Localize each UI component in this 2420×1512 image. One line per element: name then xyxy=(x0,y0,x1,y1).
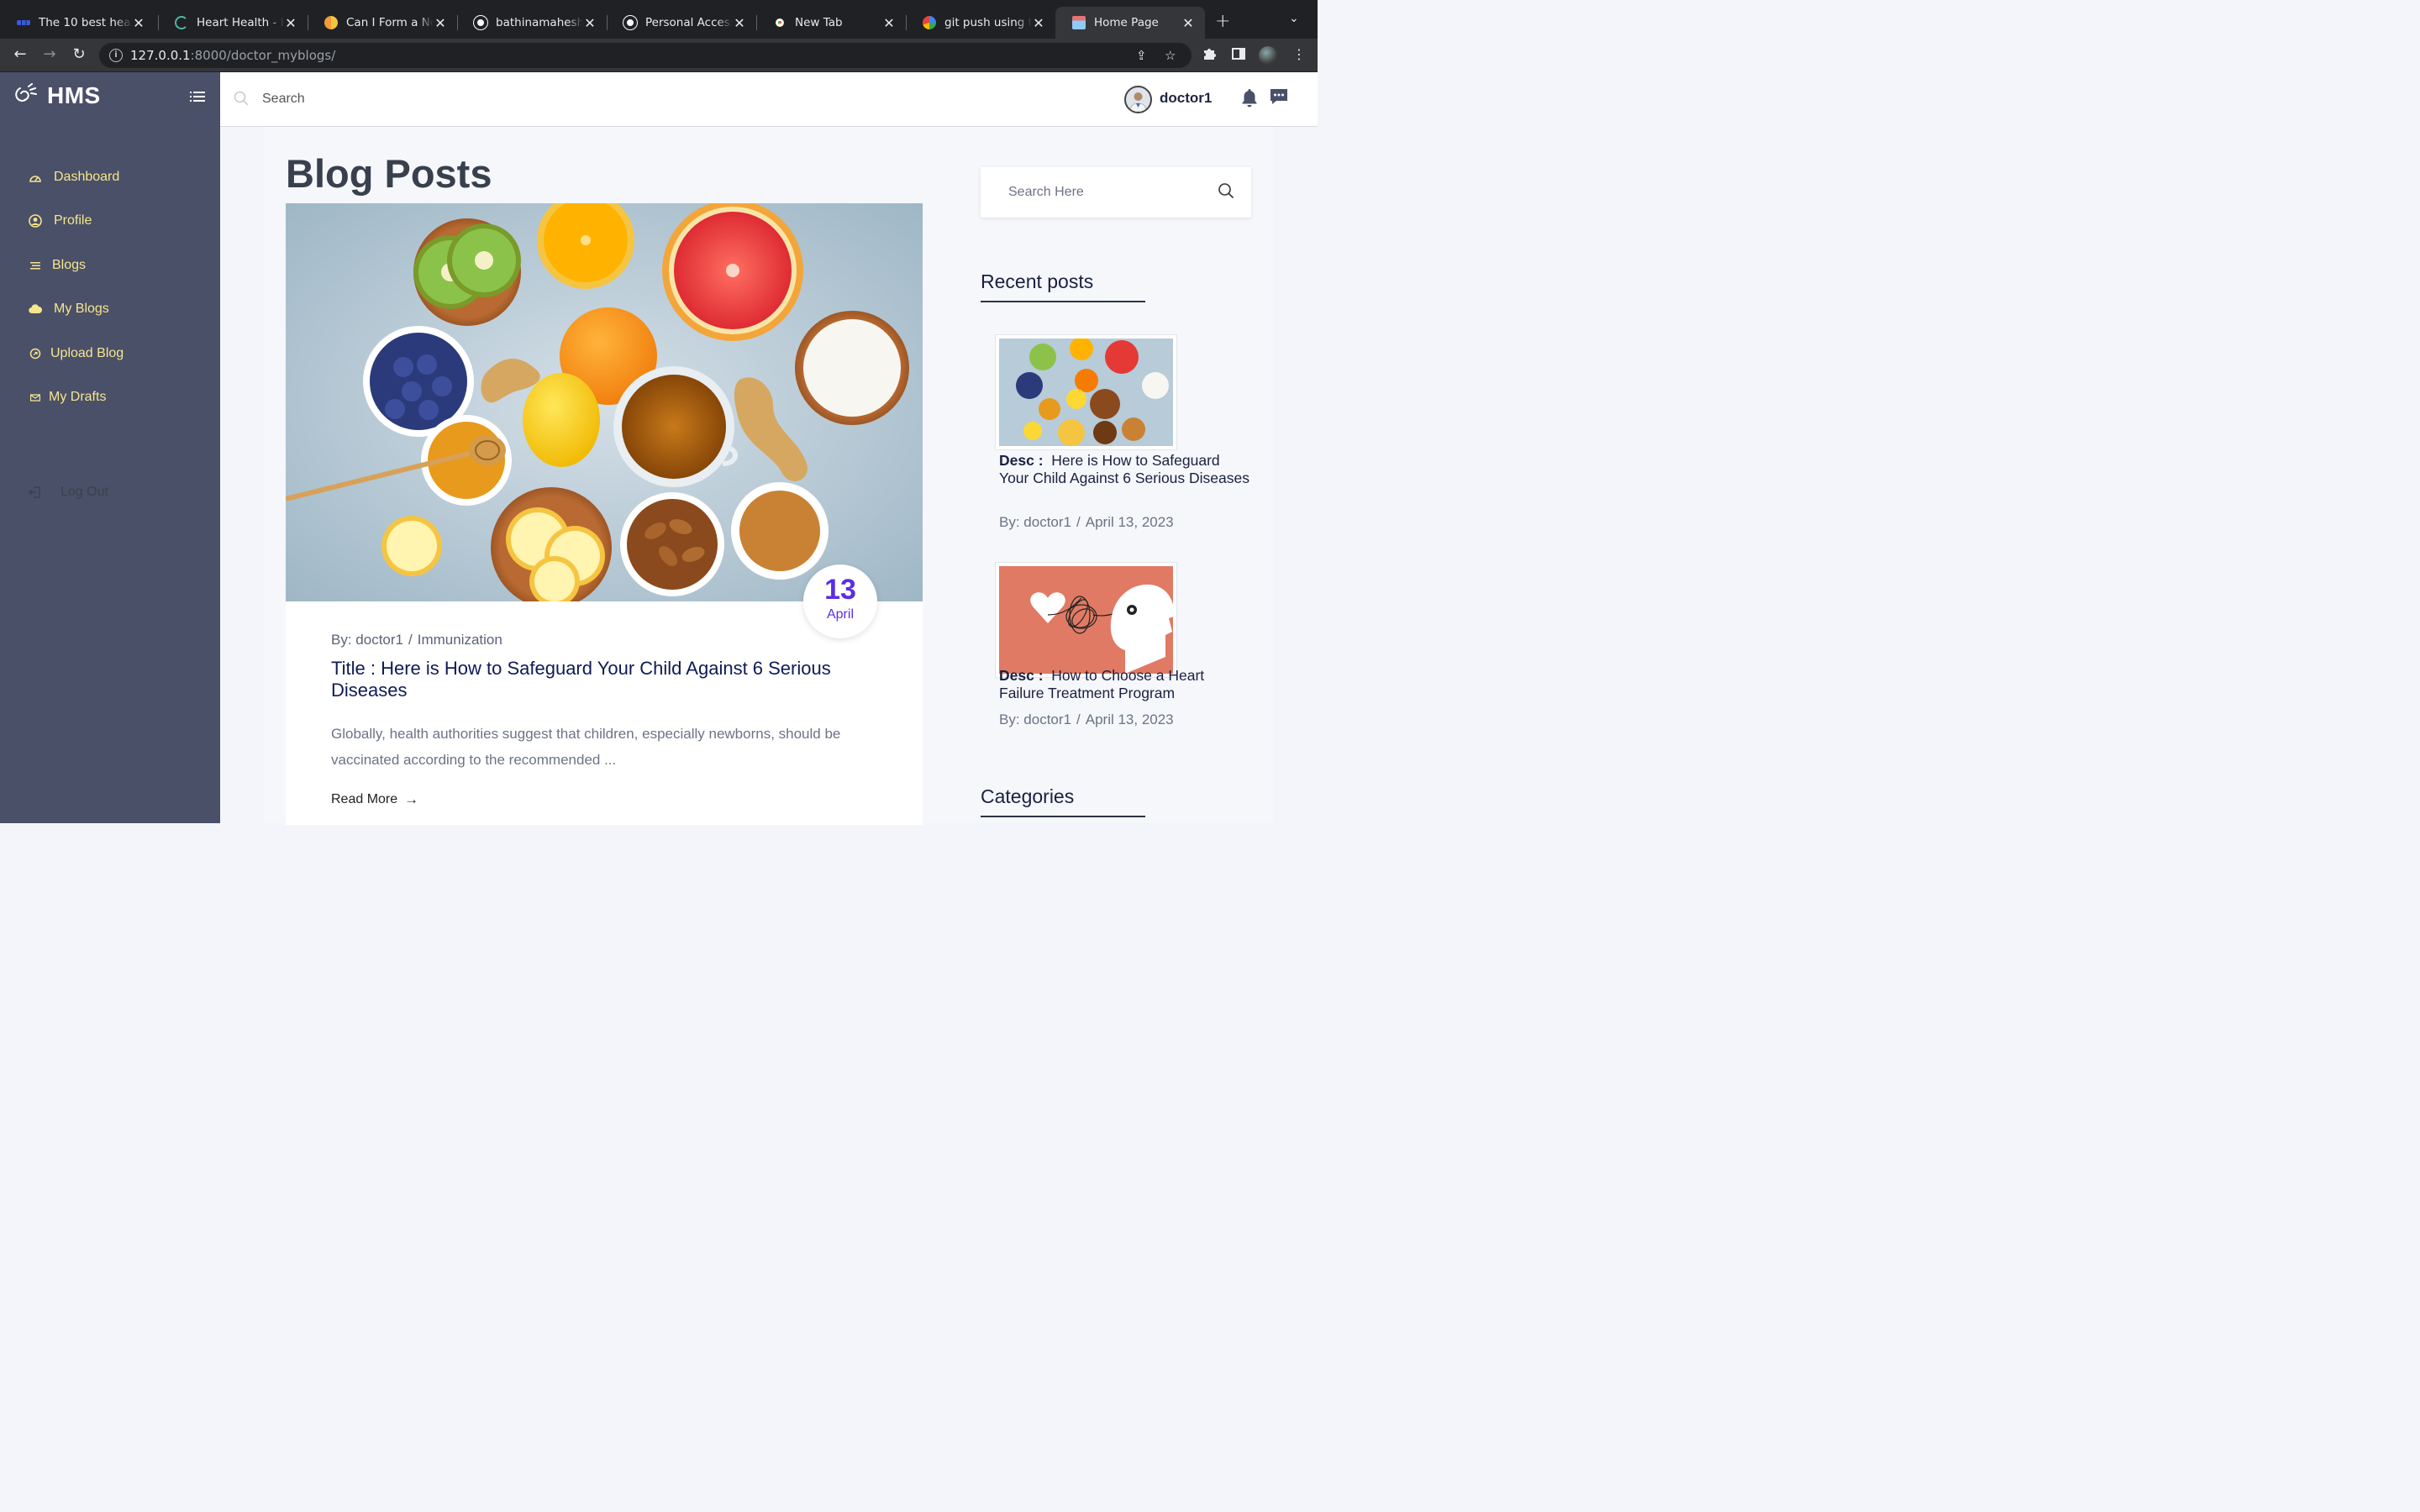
sidebar-item-upload-blog[interactable]: Upload Blog xyxy=(29,346,124,361)
bell-icon[interactable] xyxy=(1240,87,1259,108)
browser-tab[interactable]: bathinamahesh/Fi ✕ xyxy=(457,7,607,39)
tab-search-chevron-icon[interactable]: ⌄ xyxy=(1289,12,1299,25)
brand-logo[interactable]: HMS xyxy=(13,82,101,109)
chat-icon[interactable] xyxy=(1269,87,1289,106)
profile-avatar-icon[interactable] xyxy=(1259,46,1277,65)
recent-post-meta: By: doctor1/April 13, 2023 xyxy=(999,711,1174,727)
sidebar-item-profile[interactable]: Profile xyxy=(29,213,92,228)
sidebar-item-blogs[interactable]: Blogs xyxy=(29,258,86,273)
post-title[interactable]: Title : Here is How to Safeguard Your Ch… xyxy=(331,658,869,701)
read-more-link[interactable]: Read More → xyxy=(331,791,418,808)
tab-close-icon[interactable]: ✕ xyxy=(583,15,597,31)
dashboard-icon xyxy=(29,171,42,184)
app-sidebar: HMS Dashboard Profile Blogs My Blogs Upl… xyxy=(0,72,220,823)
avatar[interactable] xyxy=(1124,86,1152,113)
site-favicon-icon xyxy=(17,20,30,25)
app-topbar: doctor1 xyxy=(220,72,1318,127)
tab-close-icon[interactable]: ✕ xyxy=(284,15,297,31)
recent-post-thumbnail[interactable] xyxy=(995,334,1177,450)
browser-tab[interactable]: Personal Access T ✕ xyxy=(607,7,756,39)
tab-close-icon[interactable]: ✕ xyxy=(1181,15,1195,31)
page-title: Blog Posts xyxy=(286,151,492,196)
post-author[interactable]: By: doctor1 xyxy=(331,632,403,648)
list-icon xyxy=(29,259,42,272)
bookmark-star-icon[interactable]: ☆ xyxy=(1165,48,1176,63)
new-tab-icon[interactable]: + xyxy=(1215,11,1230,32)
chrome-icon xyxy=(773,16,786,29)
browser-toolbar: ← → ↻ i 127.0.0.1:8000/doctor_myblogs/ ⇪… xyxy=(0,39,1318,72)
drafts-icon xyxy=(29,391,42,404)
url-text[interactable]: 127.0.0.1:8000/doctor_myblogs/ xyxy=(130,48,335,63)
recent-post-desc[interactable]: Desc : How to Choose a Heart Failure Tre… xyxy=(999,667,1251,702)
side-panel-icon[interactable] xyxy=(1231,46,1246,65)
browser-tab[interactable]: The 10 best heart ✕ xyxy=(0,7,155,39)
arrow-right-icon: → xyxy=(404,791,419,807)
search-icon xyxy=(234,91,249,106)
categories-heading: Categories xyxy=(981,785,1075,807)
browser-tab[interactable]: git push using tok ✕ xyxy=(906,7,1055,39)
browser-menu-icon[interactable]: ⋮ xyxy=(1292,46,1306,62)
search-icon[interactable] xyxy=(1218,182,1234,199)
post-meta: By: doctor1/Immunization xyxy=(331,632,502,648)
extensions-puzzle-icon[interactable] xyxy=(1202,46,1217,65)
post-date-badge: 13 April xyxy=(803,564,877,638)
google-icon xyxy=(923,16,936,29)
share-icon[interactable]: ⇪ xyxy=(1136,48,1147,63)
reload-icon[interactable]: ↻ xyxy=(69,45,89,63)
main-content: Blog Posts 13 April By: doctor1 / Immuni… xyxy=(264,127,1274,825)
username[interactable]: doctor1 xyxy=(1160,90,1212,107)
recent-post-thumbnail[interactable] xyxy=(995,562,1177,678)
heading-underline xyxy=(981,301,1145,302)
cloud-icon xyxy=(29,302,42,316)
search-input[interactable] xyxy=(262,87,766,111)
tab-close-icon[interactable]: ✕ xyxy=(132,15,145,31)
page-favicon-icon xyxy=(1072,16,1086,29)
tab-close-icon[interactable]: ✕ xyxy=(1032,15,1045,31)
upload-circle-icon xyxy=(29,347,42,360)
heading-underline xyxy=(981,816,1145,817)
tab-close-icon[interactable]: ✕ xyxy=(434,15,447,31)
sidebar-item-my-blogs[interactable]: My Blogs xyxy=(29,302,109,317)
sidebar-search-input[interactable] xyxy=(1008,182,1210,202)
recent-posts-heading: Recent posts xyxy=(981,270,1094,292)
browser-tab[interactable]: New Tab ✕ xyxy=(756,7,906,39)
brand-heart-icon xyxy=(15,83,37,102)
post-excerpt: Globally, health authorities suggest tha… xyxy=(331,726,841,768)
browser-tab[interactable]: Can I Form a New ✕ xyxy=(308,7,457,39)
logout-icon xyxy=(29,486,42,499)
user-circle-icon xyxy=(29,214,42,228)
menu-list-icon[interactable] xyxy=(190,91,205,102)
recent-post-desc[interactable]: Desc : Here is How to Safeguard Your Chi… xyxy=(999,452,1251,487)
tab-close-icon[interactable]: ✕ xyxy=(733,15,746,31)
recent-post-meta: By: doctor1/April 13, 2023 xyxy=(999,514,1174,530)
tab-close-icon[interactable]: ✕ xyxy=(882,15,896,31)
github-icon xyxy=(474,16,487,29)
blog-post-card: 13 April By: doctor1/Immunization Title … xyxy=(286,203,923,825)
sidebar-item-dashboard[interactable]: Dashboard xyxy=(29,170,119,185)
address-bar[interactable]: i 127.0.0.1:8000/doctor_myblogs/ ⇪ ☆ xyxy=(99,43,1192,68)
browser-tab-strip: The 10 best heart ✕ Heart Health - Ho ✕ … xyxy=(0,0,1318,39)
back-arrow-icon[interactable]: ← xyxy=(10,45,30,63)
browser-tab-active[interactable]: Home Page ✕ xyxy=(1055,7,1205,39)
site-favicon-icon xyxy=(175,16,188,29)
post-hero-image[interactable] xyxy=(286,203,923,601)
sidebar-item-logout[interactable]: Log Out xyxy=(29,485,108,500)
site-info-icon[interactable]: i xyxy=(109,49,123,62)
sidebar-search-box xyxy=(981,167,1251,218)
site-favicon-icon xyxy=(324,16,338,29)
post-category[interactable]: Immunization xyxy=(418,632,502,648)
browser-tab[interactable]: Heart Health - Ho ✕ xyxy=(158,7,308,39)
sidebar-item-my-drafts[interactable]: My Drafts xyxy=(29,390,106,405)
forward-arrow-icon[interactable]: → xyxy=(39,45,60,63)
github-icon xyxy=(623,16,637,29)
